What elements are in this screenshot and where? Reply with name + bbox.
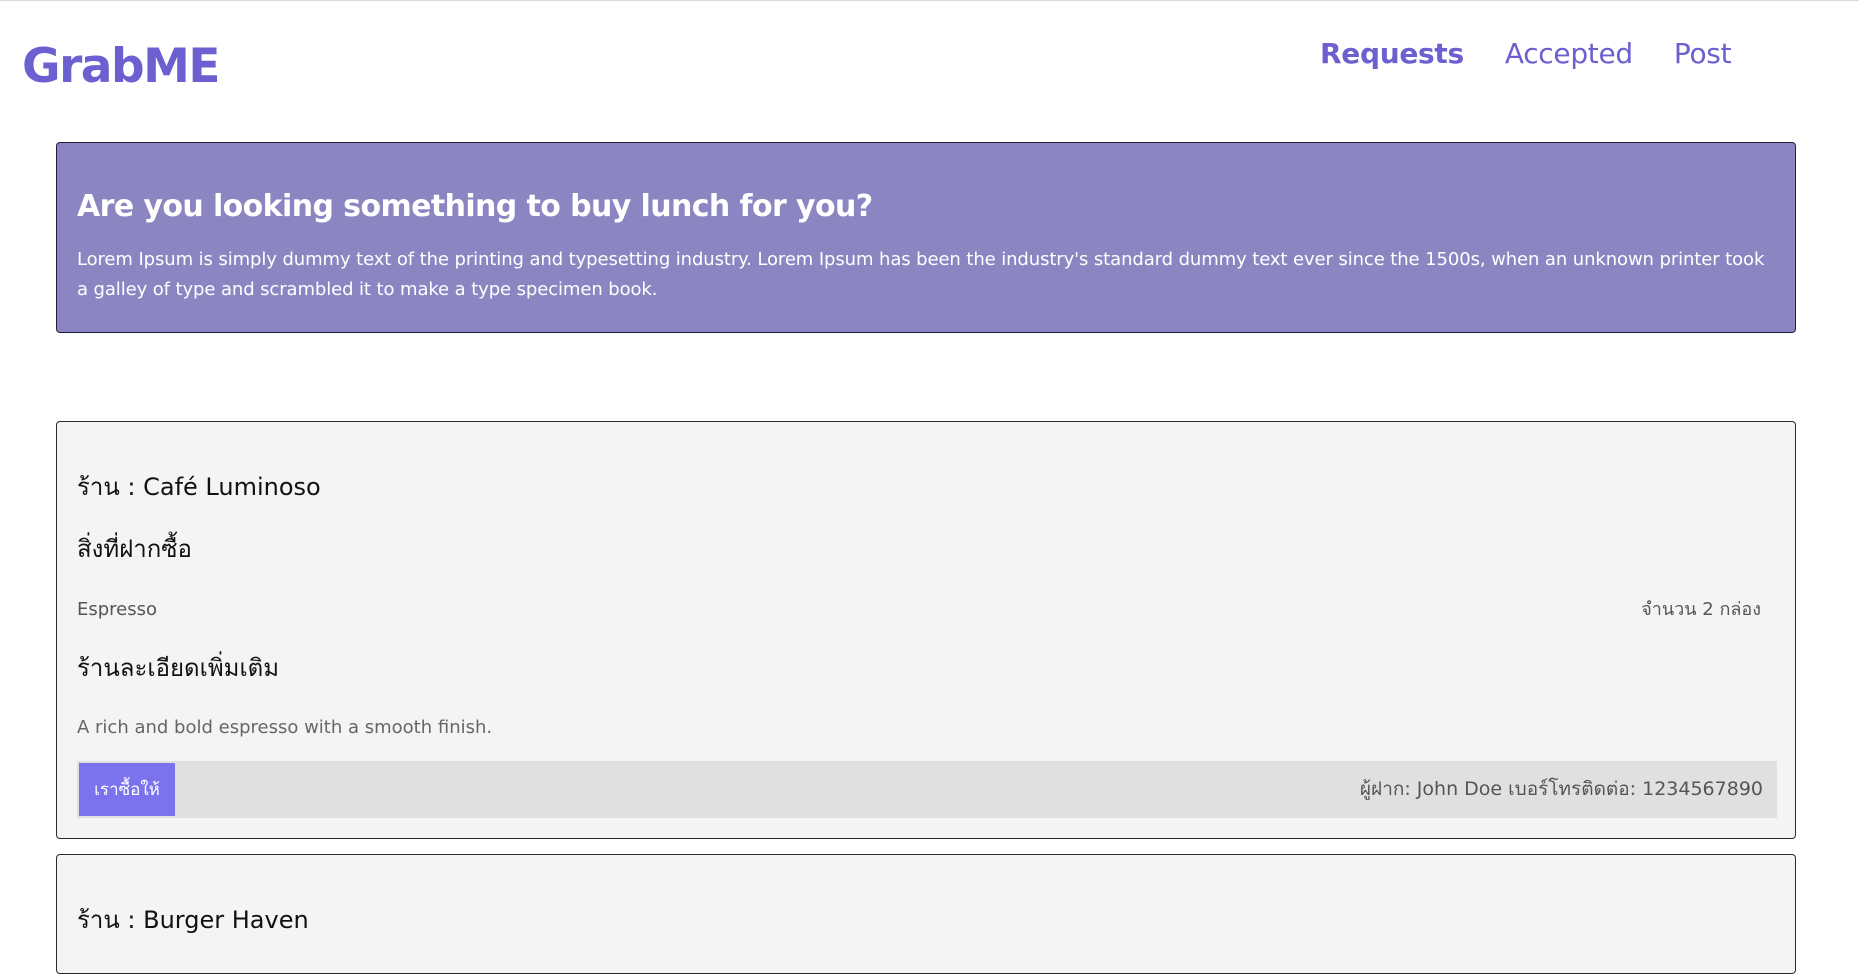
brand-logo[interactable]: GrabME bbox=[22, 38, 221, 96]
requester-contact: ผู้ฝาก: John Doe เบอร์โทรติดต่อ: 1234567… bbox=[1359, 778, 1763, 800]
request-card: ร้าน : Burger Haven bbox=[56, 854, 1796, 974]
detail-text: A rich and bold espresso with a smooth f… bbox=[77, 717, 493, 738]
nav-accepted[interactable]: Accepted bbox=[1505, 34, 1633, 74]
item-name: Espresso bbox=[77, 599, 158, 620]
top-border bbox=[0, 0, 1859, 1]
item-quantity: จำนวน 2 กล่อง bbox=[1641, 599, 1761, 620]
request-card: ร้าน : Café Luminoso สิ่งที่ฝากซื้อ Espr… bbox=[56, 421, 1796, 839]
hero-banner: Are you looking something to buy lunch f… bbox=[56, 142, 1796, 333]
shop-name: ร้าน : Café Luminoso bbox=[77, 473, 321, 501]
request-footer: เราซื้อให้ ผู้ฝาก: John Doe เบอร์โทรติดต… bbox=[77, 761, 1777, 818]
shop-name: ร้าน : Burger Haven bbox=[77, 906, 309, 934]
hero-title: Are you looking something to buy lunch f… bbox=[77, 189, 873, 224]
detail-heading: ร้านละเอียดเพิ่มเติม bbox=[77, 654, 280, 682]
wish-heading: สิ่งที่ฝากซื้อ bbox=[77, 535, 192, 563]
nav-requests[interactable]: Requests bbox=[1320, 34, 1464, 74]
buy-for-you-button[interactable]: เราซื้อให้ bbox=[79, 763, 175, 816]
nav-post[interactable]: Post bbox=[1674, 34, 1732, 74]
main-nav: Requests Accepted Post bbox=[1320, 34, 1732, 74]
hero-body: Lorem Ipsum is simply dummy text of the … bbox=[77, 249, 1765, 300]
